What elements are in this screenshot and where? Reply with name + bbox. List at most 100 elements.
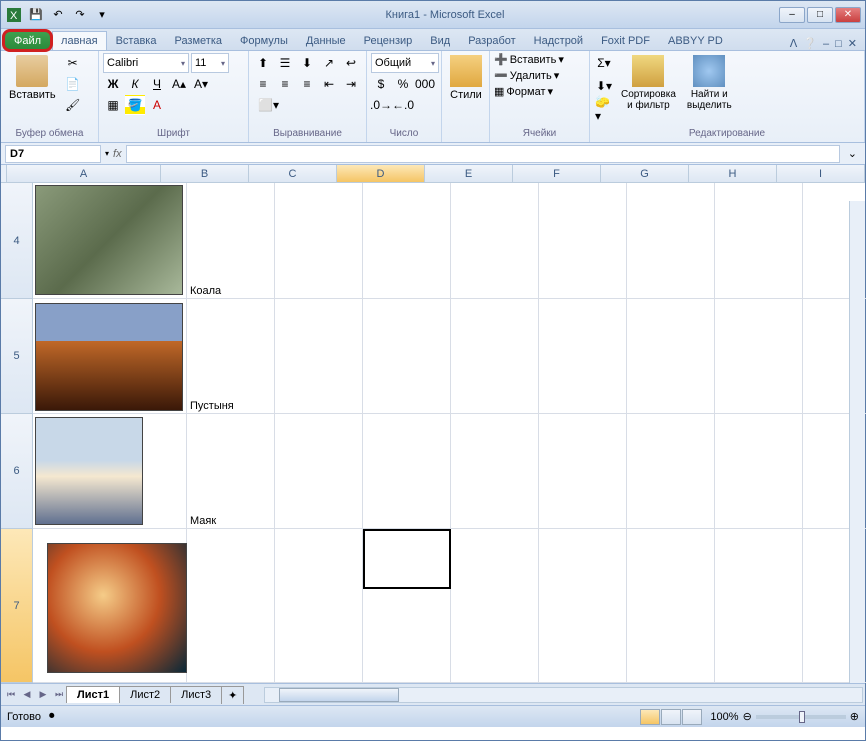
sheet-nav-prev-icon[interactable]: ◀: [19, 687, 35, 703]
col-header-F[interactable]: F: [513, 165, 601, 183]
save-icon[interactable]: 💾: [27, 6, 45, 24]
tab-developer[interactable]: Разработ: [459, 31, 524, 50]
tab-file[interactable]: Файл: [5, 31, 50, 50]
sheet-nav-first-icon[interactable]: ⏮: [3, 687, 19, 703]
zoom-thumb[interactable]: [799, 711, 805, 723]
col-header-D[interactable]: D: [337, 165, 425, 183]
underline-button[interactable]: Ч: [147, 74, 167, 94]
macro-record-icon[interactable]: ⏺: [49, 710, 55, 723]
italic-button[interactable]: К: [125, 74, 145, 94]
wrap-text-icon[interactable]: ↩: [341, 53, 361, 73]
qat-customize-icon[interactable]: ▾: [93, 6, 111, 24]
decrease-indent-icon[interactable]: ⇤: [319, 74, 339, 94]
increase-decimal-icon[interactable]: .0→: [371, 95, 391, 115]
align-top-icon[interactable]: ⬆: [253, 53, 273, 73]
cell-B4[interactable]: Коала: [187, 183, 275, 299]
cell-B5[interactable]: Пустыня: [187, 299, 275, 414]
minimize-button[interactable]: –: [779, 7, 805, 23]
tab-insert[interactable]: Вставка: [107, 31, 166, 50]
find-select-button[interactable]: Найти и выделить: [683, 53, 736, 113]
number-format-combo[interactable]: Общий▾: [371, 53, 439, 73]
col-header-H[interactable]: H: [689, 165, 777, 183]
sort-filter-button[interactable]: Сортировка и фильтр: [617, 53, 680, 113]
window-min-icon[interactable]: –: [823, 38, 829, 50]
zoom-slider[interactable]: [756, 715, 846, 719]
font-size-combo[interactable]: 11▾: [191, 53, 229, 73]
sheet-tab-2[interactable]: Лист2: [119, 686, 171, 703]
align-middle-icon[interactable]: ☰: [275, 53, 295, 73]
cell-B6[interactable]: Маяк: [187, 414, 275, 529]
merge-cells-icon[interactable]: ⬜▾: [253, 95, 284, 115]
sheet-tab-1[interactable]: Лист1: [66, 686, 120, 703]
undo-icon[interactable]: ↶: [49, 6, 67, 24]
autosum-icon[interactable]: Σ▾: [594, 53, 614, 73]
window-restore-icon[interactable]: □: [835, 38, 842, 50]
format-painter-icon[interactable]: 🖌: [63, 95, 83, 115]
align-center-icon[interactable]: ≡: [275, 74, 295, 94]
col-header-E[interactable]: E: [425, 165, 513, 183]
zoom-level[interactable]: 100%: [710, 711, 738, 723]
row-header-7[interactable]: 7: [1, 529, 33, 683]
tab-abbyy[interactable]: ABBYY PD: [659, 31, 732, 50]
tab-layout[interactable]: Разметка: [165, 31, 231, 50]
bold-button[interactable]: Ж: [103, 74, 123, 94]
sheet-nav-next-icon[interactable]: ▶: [35, 687, 51, 703]
vertical-scrollbar[interactable]: [849, 201, 865, 683]
row-header-5[interactable]: 5: [1, 299, 33, 414]
fill-icon[interactable]: ⬇▾: [594, 76, 614, 96]
tab-formulas[interactable]: Формулы: [231, 31, 297, 50]
col-header-B[interactable]: B: [161, 165, 249, 183]
name-box[interactable]: D7: [5, 145, 101, 163]
shrink-font-icon[interactable]: A▾: [191, 74, 211, 94]
tab-data[interactable]: Данные: [297, 31, 355, 50]
row-header-6[interactable]: 6: [1, 414, 33, 529]
font-color-icon[interactable]: A: [147, 95, 167, 115]
new-sheet-button[interactable]: ✦: [221, 686, 244, 704]
image-lighthouse[interactable]: [35, 417, 143, 525]
page-break-view-icon[interactable]: [682, 709, 702, 725]
namebox-dropdown-icon[interactable]: ▾: [105, 149, 109, 158]
grow-font-icon[interactable]: A▴: [169, 74, 189, 94]
minimize-ribbon-icon[interactable]: ᐱ: [790, 37, 798, 50]
image-desert[interactable]: [35, 303, 183, 411]
styles-button[interactable]: Стили: [446, 53, 486, 103]
border-icon[interactable]: ▦: [103, 95, 123, 115]
maximize-button[interactable]: □: [807, 7, 833, 23]
align-left-icon[interactable]: ≡: [253, 74, 273, 94]
clear-icon[interactable]: 🧽▾: [594, 99, 614, 119]
formula-bar[interactable]: [126, 145, 840, 163]
tab-foxit[interactable]: Foxit PDF: [592, 31, 659, 50]
help-icon[interactable]: ❔: [803, 37, 817, 50]
page-layout-view-icon[interactable]: [661, 709, 681, 725]
scroll-thumb[interactable]: [279, 688, 399, 702]
redo-icon[interactable]: ↷: [71, 6, 89, 24]
tab-view[interactable]: Вид: [421, 31, 459, 50]
sheet-nav-last-icon[interactable]: ⏭: [51, 687, 67, 703]
col-header-I[interactable]: I: [777, 165, 865, 183]
col-header-A[interactable]: A: [7, 165, 161, 183]
tab-review[interactable]: Рецензир: [355, 31, 422, 50]
tab-home[interactable]: лавная: [52, 31, 107, 50]
align-right-icon[interactable]: ≡: [297, 74, 317, 94]
tab-addins[interactable]: Надстрой: [525, 31, 592, 50]
fx-icon[interactable]: fx: [113, 148, 122, 160]
excel-icon[interactable]: X: [5, 6, 23, 24]
insert-cells-button[interactable]: ➕Вставить ▾: [494, 53, 564, 66]
percent-icon[interactable]: %: [393, 74, 413, 94]
close-button[interactable]: ✕: [835, 7, 861, 23]
copy-icon[interactable]: 📄: [63, 74, 83, 94]
fill-color-icon[interactable]: 🪣: [125, 95, 145, 115]
delete-cells-button[interactable]: ➖Удалить ▾: [494, 69, 559, 82]
cell-B7[interactable]: [187, 529, 275, 683]
normal-view-icon[interactable]: [640, 709, 660, 725]
format-cells-button[interactable]: ▦Формат ▾: [494, 85, 553, 98]
zoom-in-icon[interactable]: ⊕: [850, 710, 859, 723]
cut-icon[interactable]: ✂: [63, 53, 83, 73]
image-jellyfish[interactable]: [47, 543, 187, 673]
align-bottom-icon[interactable]: ⬇: [297, 53, 317, 73]
currency-icon[interactable]: $: [371, 74, 391, 94]
font-family-combo[interactable]: Calibri▾: [103, 53, 189, 73]
row-header-4[interactable]: 4: [1, 183, 33, 299]
expand-formula-icon[interactable]: ⌄: [844, 147, 861, 160]
horizontal-scrollbar[interactable]: [264, 687, 863, 703]
